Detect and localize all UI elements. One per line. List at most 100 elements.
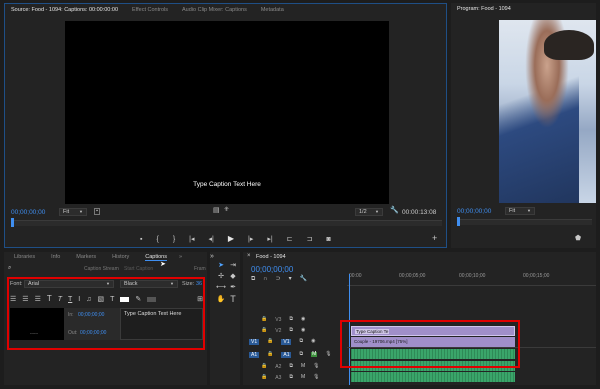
source-patch-a1[interactable]: A1 [249,351,260,358]
pen-tool-icon[interactable]: ✒ [227,284,239,291]
tab-metadata[interactable]: Metadata [261,7,284,13]
play-icon[interactable]: ▶ [228,235,234,243]
program-fit-select[interactable]: Fit ▼ [505,207,535,215]
ruler-label-3: 00;00;15;00 [523,273,550,279]
program-playhead-marker[interactable] [457,217,460,226]
selection-tool-icon[interactable]: ➤ [215,262,227,269]
insert-icon[interactable]: ⊏ [287,235,293,243]
playhead-marker[interactable] [11,218,14,227]
lock-icon[interactable]: 🔒 [261,328,267,333]
drag-video-icon[interactable]: ▤ [213,207,220,214]
ripple-edit-icon[interactable]: ✢ [215,273,227,280]
hand-tool-icon[interactable]: ✋ [215,295,227,304]
nest-icon[interactable]: ⧉ [251,276,255,282]
mark-in-icon[interactable]: { [156,235,158,243]
tab-captions[interactable]: Captions [145,254,167,261]
microphone-icon[interactable]: 🎙 [325,352,331,357]
camera-icon[interactable]: ◙ [326,235,330,243]
sync-icon[interactable]: ⧉ [299,339,303,344]
timeline-settings-icon[interactable]: 🔧 [300,276,307,282]
source-transport-controls: ▪ { } |◂ ◂| ▶ |▸ ▸| ⊏ ⊐ ◙ [140,235,331,243]
eye-icon[interactable]: ◉ [311,339,315,344]
source-timecode[interactable]: 00;00;00;00 [11,209,45,216]
eye-icon[interactable]: ◉ [301,317,305,322]
source-video-frame[interactable]: Type Caption Text Here [65,21,389,204]
program-scrub-bar[interactable] [457,217,592,226]
caption-stream-label: Caption Stream [84,266,119,272]
tab-history[interactable]: History [112,254,129,260]
overflow-icon[interactable]: » [210,253,214,260]
sync-icon[interactable]: ⧉ [289,328,293,333]
source-scrub-bar[interactable] [11,218,442,227]
tab-info[interactable]: Info [51,254,60,260]
ruler-label-0: 00:00 [349,273,362,279]
sync-icon[interactable]: ⧉ [289,375,293,380]
source-monitor-panel: Source: Food - 1094: Captions: 00:00:00:… [4,3,447,248]
source-resolution-select[interactable]: 1/2 ▼ [355,208,383,216]
close-sequence-icon[interactable]: × [247,253,251,259]
sync-icon[interactable]: ⧉ [299,352,303,357]
program-timecode[interactable]: 00;00;00;00 [457,208,491,215]
timeline-ruler[interactable]: 00:00 00;00;05;00 00;00;10;00 00;00;15;0… [347,272,596,286]
mute-icon[interactable]: M [301,375,305,380]
program-marker-icon[interactable]: ⬟ [575,235,581,242]
timeline-timecode[interactable]: 00;00;00;00 [251,265,293,274]
sync-icon[interactable]: ⧉ [289,317,293,322]
go-to-in-icon[interactable]: |◂ [189,235,194,243]
track-select-icon[interactable]: ⇥ [227,262,239,269]
tools-panel: » ➤ ⇥ ✢ ◆ ⟷ ✒ ✋ T [210,252,240,385]
highlight-caption-clip [340,320,520,368]
program-monitor-panel: Program: Food - 1094 00;00;00;00 Fit ▼ ⬟ [451,3,596,248]
sync-icon[interactable]: ⧉ [289,364,293,369]
wrench-icon[interactable]: 🔧 [390,207,399,214]
lock-icon[interactable]: 🔒 [267,339,273,344]
razor-tool-icon[interactable]: ◆ [227,273,239,280]
mute-icon[interactable]: M [301,364,305,369]
lock-icon[interactable]: 🔒 [261,317,267,322]
tab-overflow[interactable]: » [179,254,182,260]
source-fit-select[interactable]: Fit ▼ [59,208,87,216]
lock-icon[interactable]: 🔒 [261,375,267,380]
linked-selection-icon[interactable]: ⊃ [276,276,281,282]
type-tool-icon[interactable]: T [227,295,239,304]
tab-source[interactable]: Source: Food - 1094: Captions: 00:00:00:… [11,7,118,13]
track-header-v2: 🔒 V2 ⧉ ◉ [243,325,347,336]
add-marker-icon[interactable]: ▪ [140,235,142,243]
step-forward-icon[interactable]: |▸ [248,235,253,243]
snap-icon[interactable]: ∩ [263,276,267,282]
mute-toggle-icon[interactable]: M [311,352,318,357]
chevron-down-icon: ▼ [527,208,531,213]
slip-tool-icon[interactable]: ⟷ [215,284,227,291]
mark-out-icon[interactable]: } [173,235,175,243]
eye-icon[interactable]: ◉ [301,328,305,333]
captions-tabs: Libraries Info Markers History Captions … [4,252,207,262]
overwrite-icon[interactable]: ⊐ [307,235,313,243]
frame-label: Fram [194,266,206,272]
microphone-icon[interactable]: 🎙 [313,375,319,380]
lock-icon[interactable]: 🔒 [261,364,267,369]
track-header-v3: 🔒 V3 ⧉ ◉ [243,314,347,325]
tab-markers[interactable]: Markers [76,254,96,260]
program-video-frame[interactable] [499,20,596,203]
start-caption-label: Start Caption [124,266,154,272]
track-headers: 🔒 V3 ⧉ ◉ 🔒 V2 ⧉ ◉ V1 🔒 V1 ⧉ ◉ A1 🔒 A1 ⧉ … [243,314,347,385]
lock-icon[interactable]: 🔒 [267,352,273,357]
go-to-out-icon[interactable]: ▸| [267,235,272,243]
captions-subrow: ⌕ Caption Stream Start Caption Fram [4,265,207,273]
chevron-down-icon: ▼ [375,209,379,214]
microphone-icon[interactable]: 🎙 [313,364,319,369]
source-patch-v1[interactable]: V1 [249,338,260,345]
sequence-tab[interactable]: Food - 1094 [256,254,286,260]
step-back-icon[interactable]: ◂| [209,235,214,243]
tab-effect-controls[interactable]: Effect Controls [132,7,168,13]
search-icon[interactable]: ⌕ [8,265,11,271]
tab-audio-clip-mixer[interactable]: Audio Clip Mixer: Captions [182,7,247,13]
tab-libraries[interactable]: Libraries [14,254,35,260]
add-marker-icon[interactable]: ▾ [289,276,292,282]
add-button-icon[interactable]: + [432,234,437,243]
track-label-v1: V1 [281,338,292,345]
tab-program[interactable]: Program: Food - 1094 [457,6,511,12]
drag-audio-icon[interactable]: ⁜ [224,207,229,213]
settings-wrench-icon[interactable]: ▪ [94,208,100,215]
audio-clip-a3[interactable] [351,372,515,382]
